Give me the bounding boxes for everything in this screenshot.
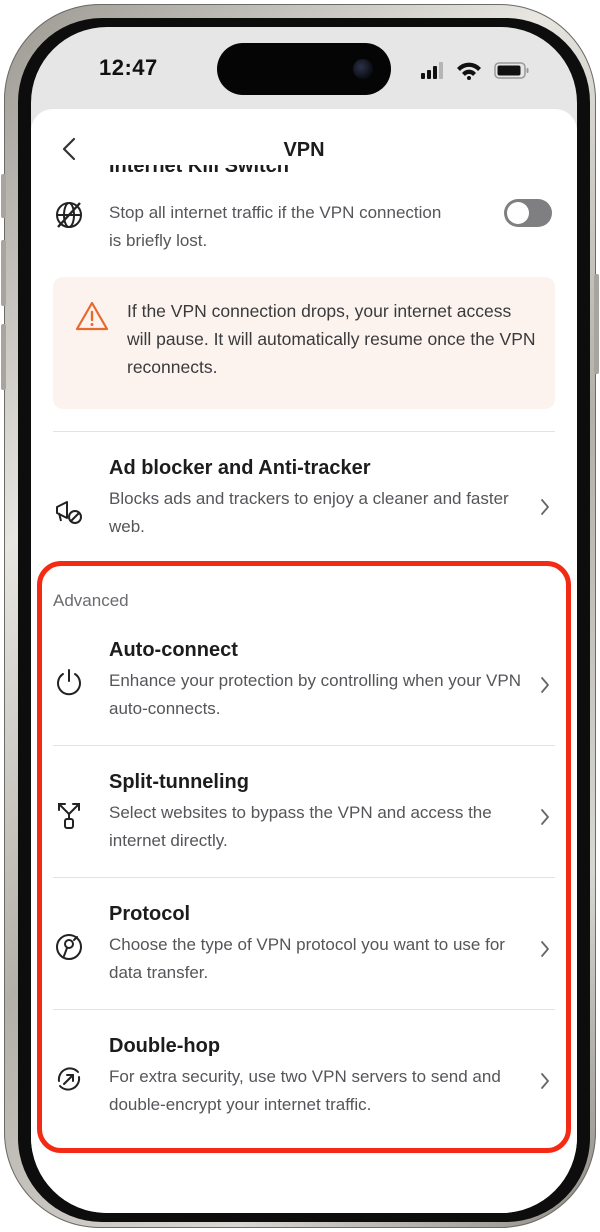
- camera-icon: [353, 59, 373, 79]
- status-time: 12:47: [99, 55, 158, 80]
- vpn-settings-sheet: VPN Internet Kill Switch Stop all intern…: [31, 109, 577, 1213]
- volume-down-button: [1, 324, 6, 390]
- status-icons: [421, 62, 529, 80]
- power-button: [594, 274, 599, 374]
- kill-switch-title: Internet Kill Switch: [109, 165, 290, 176]
- kill-switch-toggle[interactable]: [504, 199, 552, 227]
- ad-blocker-icon: [56, 501, 82, 524]
- action-button: [1, 174, 6, 218]
- chevron-right-icon: [541, 499, 549, 515]
- warning-triangle-icon: [75, 301, 109, 331]
- advanced-highlight-box: [37, 561, 571, 1153]
- nav-bar: VPN: [31, 109, 577, 189]
- globe-off-icon: [56, 202, 82, 228]
- ad-blocker-title: Ad blocker and Anti-tracker: [109, 457, 371, 479]
- ad-blocker-description: Blocks ads and trackers to enjoy a clean…: [109, 489, 509, 536]
- volume-up-button: [1, 240, 6, 306]
- ad-blocker-row[interactable]: Ad blocker and Anti-tracker Blocks ads a…: [53, 455, 555, 545]
- warning-text: If the VPN connection drops, your intern…: [127, 301, 536, 377]
- warning-banner: If the VPN connection drops, your intern…: [53, 277, 555, 409]
- cellular-signal-icon: [421, 62, 443, 79]
- page-title: VPN: [283, 139, 325, 161]
- screen: 12:47 VPN Internet Kill Switch Stop all …: [31, 27, 577, 1213]
- dynamic-island: [217, 43, 391, 95]
- kill-switch-description: Stop all internet traffic if the VPN con…: [109, 203, 442, 250]
- status-bar: 12:47: [31, 27, 577, 107]
- wifi-icon: [457, 62, 481, 80]
- divider: [53, 431, 555, 432]
- battery-icon: [494, 62, 529, 79]
- toggle-knob: [507, 202, 529, 224]
